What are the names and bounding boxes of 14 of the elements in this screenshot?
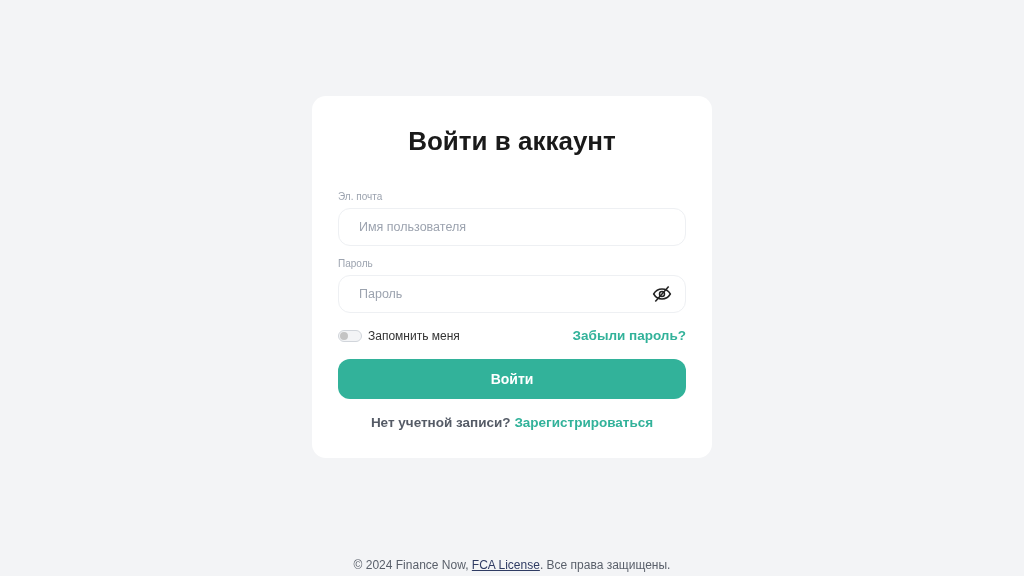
eye-off-icon[interactable] — [652, 284, 672, 304]
forgot-password-link[interactable]: Забыли пароль? — [572, 328, 686, 343]
field-label: Пароль — [338, 258, 373, 269]
signup-prompt: Нет учетной записи? Зарегистрироваться — [369, 415, 655, 430]
login-title: Войти в аккаунт — [407, 126, 617, 157]
signup-link[interactable]: Зарегистрироваться — [514, 415, 654, 430]
password-field[interactable]: Пароль — [338, 275, 686, 313]
footer-text: © 2024 Finance Now, FCA License. Все права защищены. — [353, 558, 671, 572]
field-label: Эл. почта — [338, 191, 383, 202]
email-field[interactable]: Имя пользователя — [338, 208, 686, 246]
remember-toggle[interactable] — [338, 329, 362, 342]
license-link[interactable]: FCA License — [471, 558, 540, 572]
login-button[interactable]: Войти — [338, 359, 686, 399]
remember-label: Запомнить меня — [368, 328, 460, 343]
